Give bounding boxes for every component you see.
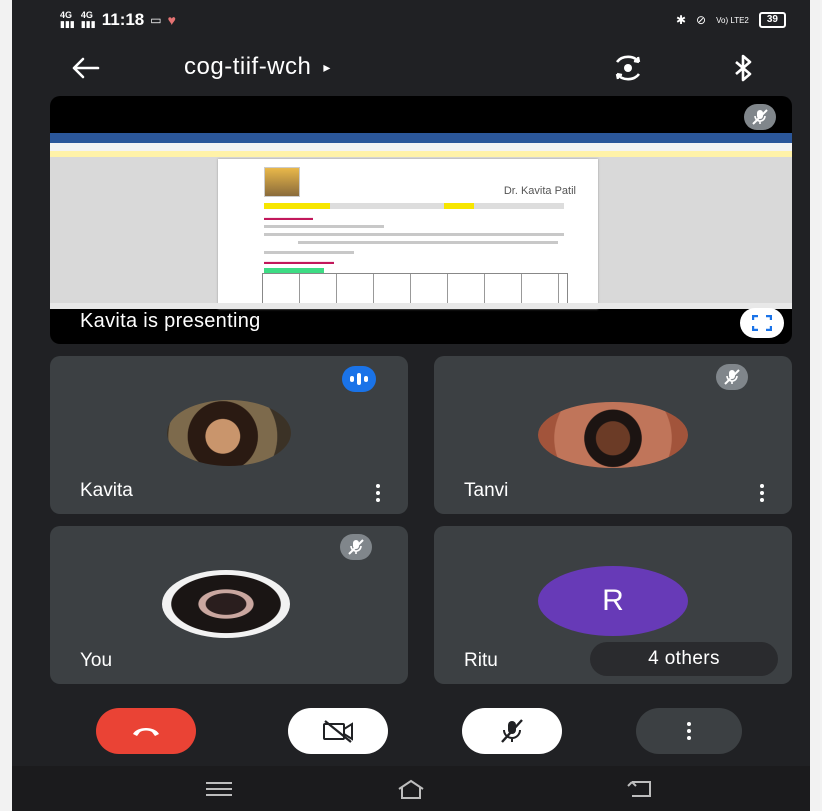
presentation-tile[interactable]: Dr. Kavita Patil ▬▬▬▬▬▬▬ ▬▬▬▬▬▬▬▬▬▬ Kavi… — [50, 96, 792, 344]
participant-tile-kavita[interactable]: Kavita — [50, 356, 408, 514]
avatar — [162, 570, 290, 638]
participant-name: Tanvi — [464, 480, 509, 501]
presenting-label: Kavita is presenting — [80, 310, 261, 332]
camera-off-icon — [323, 720, 353, 743]
meet-screen: 4G ▮▮▮ 4G ▮▮▮ 11:18 ▭ ♥ ✱ ⊘ Vo) LTE2 39 co… — [12, 0, 810, 811]
network-type-2: 4G — [80, 10, 93, 20]
mute-status-icon: ⊘ — [696, 13, 707, 27]
network-signal-2: 4G ▮▮▮ — [80, 10, 96, 29]
bluetooth-icon — [735, 54, 752, 82]
caret-right-icon: ▸ — [323, 58, 331, 75]
screen-record-icon: ▭ — [150, 13, 162, 27]
word-status-bar — [50, 303, 792, 309]
end-call-button[interactable] — [96, 708, 196, 754]
shared-screen: Dr. Kavita Patil ▬▬▬▬▬▬▬ ▬▬▬▬▬▬▬▬▬▬ — [50, 133, 792, 309]
mute-badge — [716, 364, 748, 390]
more-vert-icon — [687, 722, 691, 740]
participant-name: You — [80, 650, 113, 671]
participant-tile-tanvi[interactable]: Tanvi — [434, 356, 792, 514]
avatar — [538, 402, 688, 468]
word-ribbon — [50, 143, 792, 151]
back-button[interactable] — [64, 50, 108, 86]
bluetooth-audio-button[interactable] — [726, 50, 762, 86]
bluetooth-status-icon: ✱ — [675, 13, 687, 27]
status-left: 4G ▮▮▮ 4G ▮▮▮ 11:18 ▭ ♥ — [60, 10, 176, 30]
battery-indicator: 39 — [758, 12, 786, 28]
mic-toggle-button[interactable] — [462, 708, 562, 754]
camera-switch-icon — [615, 55, 641, 81]
participant-more-button[interactable] — [752, 478, 772, 508]
system-nav-bar — [12, 766, 810, 811]
mic-off-icon — [348, 539, 364, 555]
more-vert-icon — [760, 484, 764, 502]
app-bar: cog-tiif-wch ▸ — [12, 40, 810, 96]
fullscreen-icon — [752, 315, 772, 331]
avatar — [167, 400, 291, 466]
word-title-bar — [50, 133, 792, 143]
mic-off-icon — [752, 109, 768, 125]
back-nav-icon — [627, 781, 651, 797]
document-page: Dr. Kavita Patil ▬▬▬▬▬▬▬ ▬▬▬▬▬▬▬▬▬▬ — [218, 159, 598, 309]
clock: 11:18 — [101, 10, 145, 29]
fullscreen-button[interactable] — [740, 308, 784, 338]
others-count-button[interactable]: 4 others — [590, 642, 778, 676]
doc-row — [264, 251, 354, 254]
participant-tile-ritu[interactable]: R Ritu 4 others — [434, 526, 792, 684]
speaking-indicator — [342, 366, 376, 392]
participant-name: Ritu — [464, 650, 498, 671]
network-type-1: 4G — [60, 10, 73, 20]
arrow-left-icon — [72, 57, 100, 79]
camera-toggle-button[interactable] — [288, 708, 388, 754]
switch-camera-button[interactable] — [608, 50, 648, 86]
home-icon — [398, 779, 424, 799]
document-name: Dr. Kavita Patil — [503, 185, 576, 197]
more-vert-icon — [376, 484, 380, 502]
mic-off-icon — [724, 369, 740, 385]
phone-hangup-icon — [133, 728, 159, 736]
doc-section-personal: ▬▬▬▬▬▬▬ — [264, 215, 313, 222]
document-photo — [264, 167, 300, 197]
word-info-bar — [50, 151, 792, 157]
doc-row — [264, 225, 384, 228]
avatar-initial: R — [538, 566, 688, 636]
volte-indicator: Vo) LTE2 — [716, 15, 749, 25]
participant-tile-you[interactable]: You — [50, 526, 408, 684]
meeting-code-button[interactable]: cog-tiif-wch ▸ — [184, 53, 331, 81]
network-signal-1: 4G ▮▮▮ — [60, 10, 75, 29]
recents-button[interactable] — [194, 774, 244, 804]
home-button[interactable] — [386, 774, 436, 804]
back-nav-button[interactable] — [614, 774, 664, 804]
doc-row — [264, 233, 564, 236]
more-options-button[interactable] — [636, 708, 742, 754]
status-bar: 4G ▮▮▮ 4G ▮▮▮ 11:18 ▭ ♥ ✱ ⊘ Vo) LTE2 39 — [12, 0, 810, 40]
status-right: ✱ ⊘ Vo) LTE2 39 — [676, 12, 786, 28]
presenter-mute-badge — [744, 104, 776, 130]
meeting-code: cog-tiif-wch — [184, 53, 312, 80]
doc-contact-line — [264, 203, 564, 209]
heart-icon: ♥ — [167, 12, 176, 28]
doc-section-education: ▬▬▬▬▬▬▬▬▬▬ — [264, 259, 334, 266]
mic-off-icon — [501, 719, 523, 743]
mute-badge — [340, 534, 372, 560]
participant-name: Kavita — [80, 480, 133, 501]
participant-more-button[interactable] — [368, 478, 388, 508]
menu-icon — [206, 782, 232, 796]
doc-row — [298, 241, 558, 244]
